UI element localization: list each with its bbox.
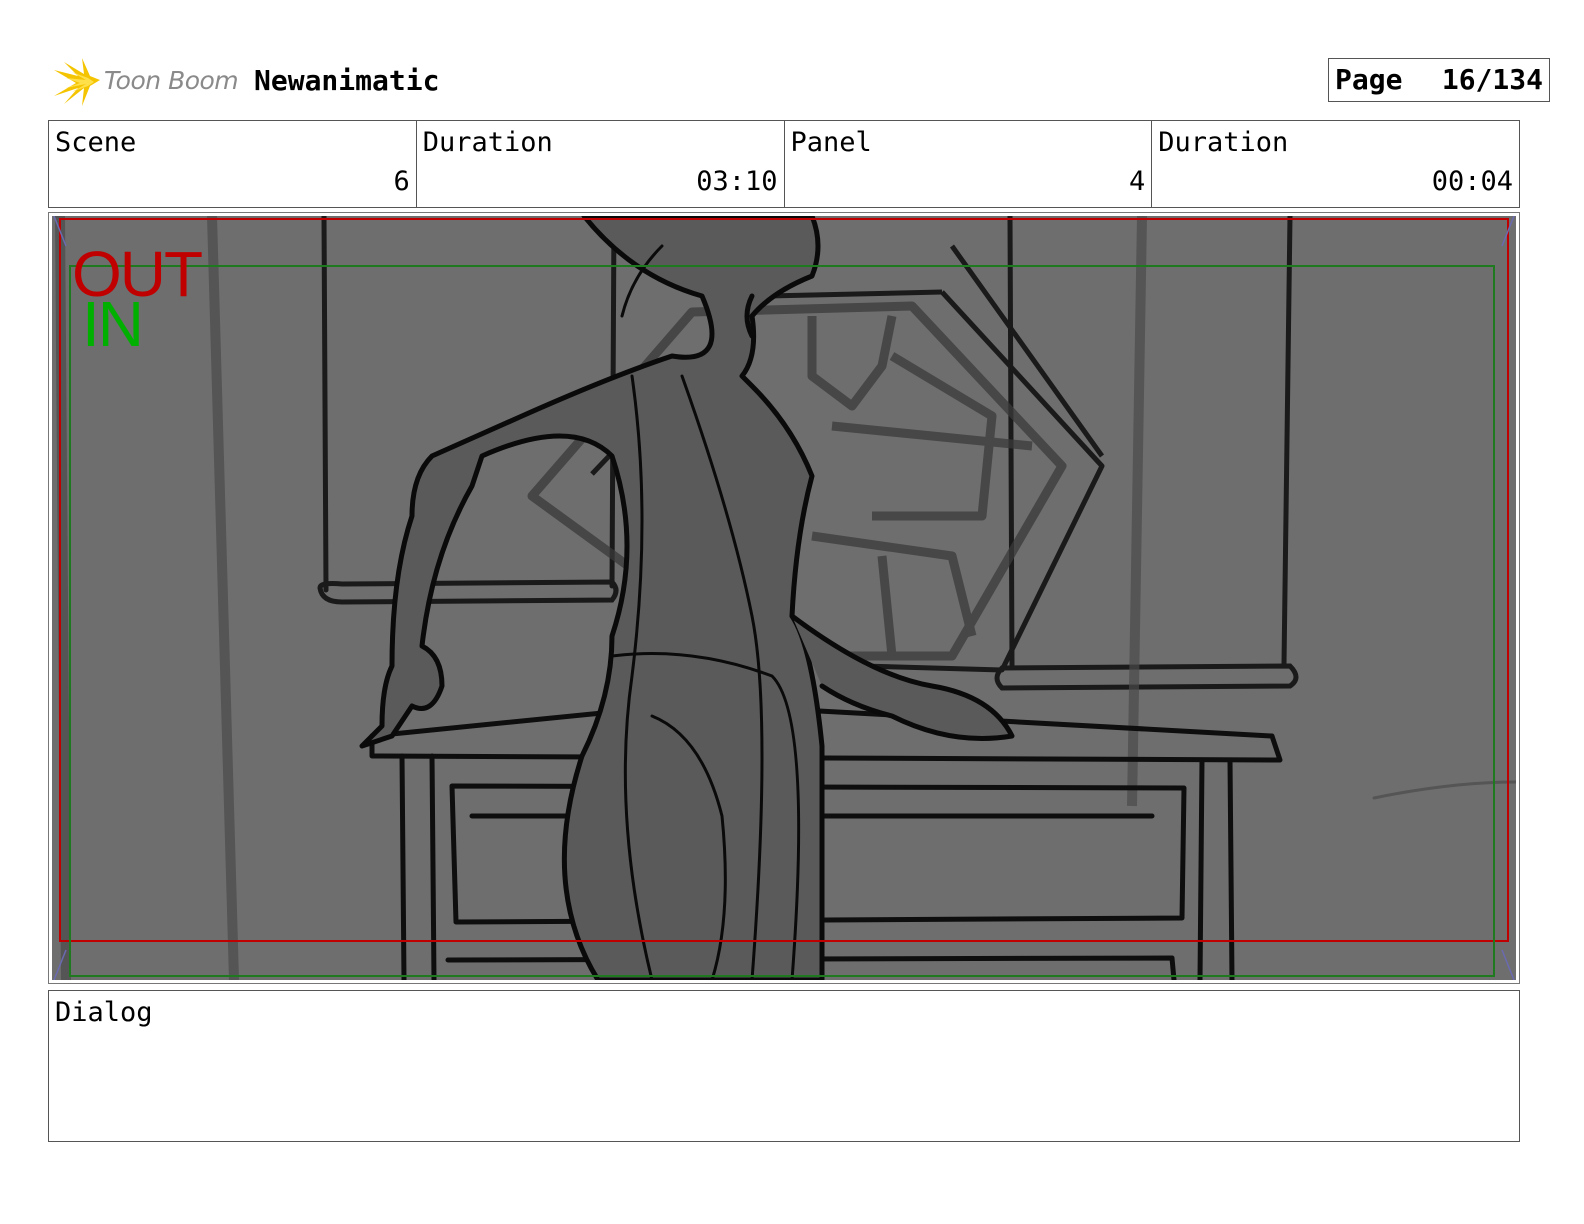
panel-cell: Panel 4 <box>785 121 1153 207</box>
scene-cell: Scene 6 <box>49 121 417 207</box>
page-number: 16/134 <box>1441 63 1543 96</box>
page-header: Toon Boom Newanimatic Page 16/134 <box>52 54 1550 110</box>
panel-label: Panel <box>790 127 872 158</box>
dialog-box[interactable]: Dialog <box>48 990 1520 1142</box>
in-safe-area-label: IN <box>82 288 144 360</box>
page-indicator: Page 16/134 <box>1328 58 1550 102</box>
panel-info-row: Scene 6 Duration 03:10 Panel 4 Duration … <box>48 120 1520 208</box>
starburst-icon <box>54 58 100 106</box>
scene-label: Scene <box>55 127 137 158</box>
panel-value: 4 <box>1128 166 1146 197</box>
panel-duration-label: Duration <box>1158 127 1289 158</box>
scene-duration-label: Duration <box>422 127 553 158</box>
project-title: Newanimatic <box>254 64 440 97</box>
scene-value: 6 <box>393 166 410 197</box>
brand-name: Toon Boom <box>104 66 239 95</box>
toon-boom-logo: Toon Boom <box>52 54 242 110</box>
page-label: Page <box>1335 63 1403 96</box>
panel-duration-cell: Duration 00:04 <box>1152 121 1519 207</box>
panel-duration-value: 00:04 <box>1431 166 1513 197</box>
sketch-drawing <box>53 216 1516 980</box>
dialog-label: Dialog <box>55 997 153 1028</box>
scene-duration-cell: Duration 03:10 <box>417 121 785 207</box>
storyboard-frame: OUT IN <box>52 216 1516 980</box>
scene-duration-value: 03:10 <box>696 166 778 197</box>
